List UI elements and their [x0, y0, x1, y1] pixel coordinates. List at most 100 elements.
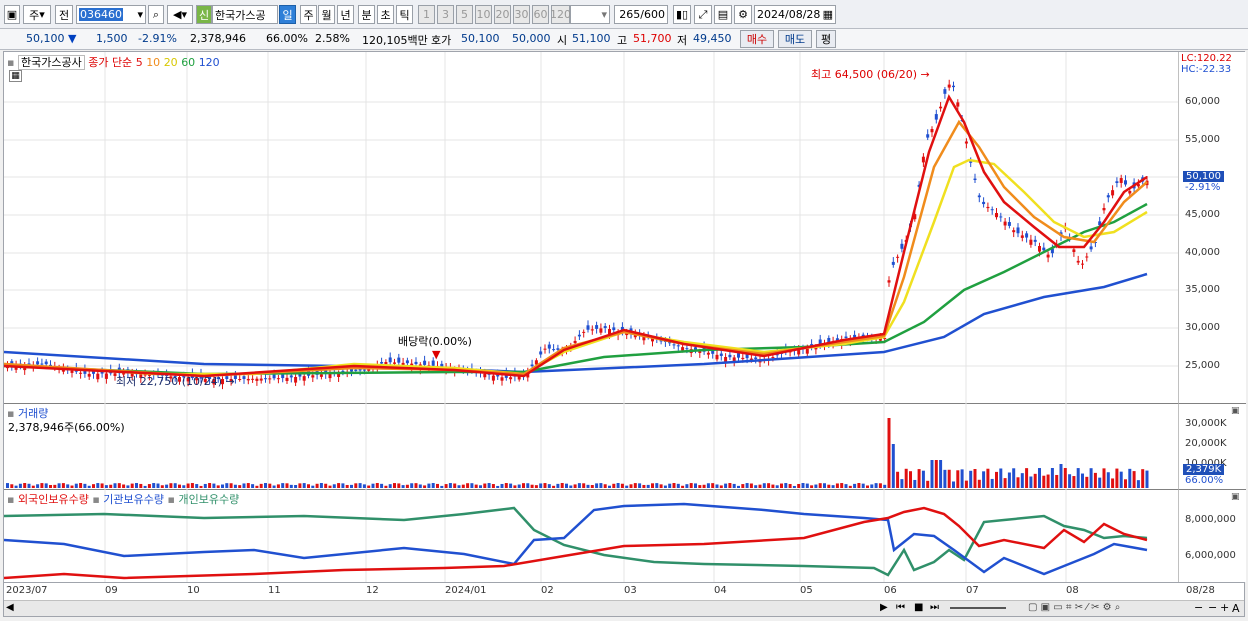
scrollbar[interactable]: ◀ ▶ ⏮ ■ ⏭ ▢ ▣ ▭ ⌗ ✂ ⁄ ✂ ⚙ ⌕ − − + A [4, 600, 1244, 616]
volume-bar [771, 484, 775, 488]
volume-bar [801, 483, 805, 488]
volume-bar [784, 483, 788, 488]
volume-bar [500, 483, 504, 488]
close-panel-icon[interactable]: ▣ [1231, 492, 1240, 502]
volume-bar [1141, 469, 1145, 488]
period-tab-2[interactable]: 월 [318, 5, 335, 24]
date-field[interactable]: 2024/08/28 ▦ [754, 5, 836, 24]
candle-body [926, 134, 930, 138]
period-tab-6[interactable]: 틱 [396, 5, 413, 24]
volume-bar [87, 485, 91, 488]
eval-button[interactable]: 평 [816, 30, 836, 48]
volume-bar [66, 484, 70, 488]
scroll-left-icon[interactable]: ◀ [6, 602, 14, 613]
sell-button[interactable]: 매도 [778, 30, 812, 48]
volume-bar [719, 485, 723, 488]
volume-bar [1136, 480, 1140, 488]
save-icon[interactable]: ▤ [714, 5, 732, 24]
volume-bar [999, 468, 1003, 488]
volume-bar [371, 483, 375, 488]
prev-toggle[interactable]: 전 [55, 5, 73, 24]
interval-button-0[interactable]: 1 [418, 5, 435, 24]
interval-button-3[interactable]: 10 [475, 5, 492, 24]
candle-icon[interactable]: ▮▯ [673, 5, 691, 24]
volume-bar [715, 484, 719, 488]
code-input[interactable]: 036460 ▾ [76, 5, 146, 24]
buy-button[interactable]: 매수 [740, 30, 774, 48]
interval-button-2[interactable]: 5 [456, 5, 473, 24]
bar-count-field[interactable]: 265/600 [614, 5, 668, 24]
gear-icon[interactable]: ⚙ [734, 5, 752, 24]
volume-bar [1020, 473, 1024, 488]
turnover: 2.58% [315, 32, 350, 45]
volume-bar [104, 485, 108, 488]
candle-body [440, 363, 444, 367]
volume-bar [762, 483, 766, 488]
ma120-line [4, 272, 1148, 374]
period-tab-1[interactable]: 주 [300, 5, 317, 24]
interval-button-1[interactable]: 3 [437, 5, 454, 24]
volume-bar [797, 483, 801, 488]
speaker-icon[interactable]: ◀▾ [167, 5, 193, 24]
code-dropdown-icon[interactable]: ▾ [137, 8, 145, 21]
zoom-in-icon[interactable]: + [1220, 601, 1229, 614]
zoom-slider[interactable] [950, 607, 1006, 609]
volume-bar [767, 483, 771, 488]
layout-icon[interactable]: ▣ [4, 5, 20, 24]
candle-body [70, 370, 74, 373]
candle-body [1012, 230, 1016, 233]
volume-bar [457, 485, 461, 488]
x-axis-label: 10 [187, 585, 200, 596]
price-panel-legend: ▪ 한국가스공사 종가 단순 5 10 20 60 120 [7, 54, 220, 70]
volume-bar [1059, 464, 1063, 488]
volume-bar [737, 485, 740, 488]
low-note-text: 최저 22,750 (10/24) [116, 375, 223, 388]
calendar-icon[interactable]: ▦ [823, 8, 835, 21]
volume-bar [414, 483, 418, 488]
volume-bar [341, 483, 345, 488]
volume-bar [135, 483, 138, 488]
period-tab-4[interactable]: 분 [358, 5, 375, 24]
candle-body [844, 336, 848, 338]
tool-icons[interactable]: ▢ ▣ ▭ ⌗ ✂ ⁄ ✂ ⚙ ⌕ [1028, 602, 1120, 613]
market-select[interactable]: 주 ▾ [23, 5, 51, 24]
period-tab-3[interactable]: 년 [337, 5, 354, 24]
volume-bar [947, 469, 951, 488]
panel-bullet-icon: ▪ [92, 493, 100, 506]
price-y-tick: 55,000 [1185, 134, 1220, 145]
scroll-first-icon[interactable]: ⏮ [896, 602, 905, 613]
interval-button-5[interactable]: 30 [513, 5, 530, 24]
interval-button-6[interactable]: 60 [532, 5, 549, 24]
candle-body [964, 141, 968, 144]
volume-bar [49, 484, 52, 488]
zoom-out-icon[interactable]: − [1194, 601, 1203, 614]
period-tab-0[interactable]: 일 [279, 5, 296, 24]
stop-icon[interactable]: ■ [914, 602, 923, 613]
interval-button-7[interactable]: 120 [550, 5, 571, 24]
scroll-right-icon[interactable]: ▶ [880, 602, 888, 613]
volume-bar [470, 483, 474, 488]
vol-ratio: 66.00% [266, 32, 308, 45]
price-chart[interactable] [4, 52, 1178, 404]
search-icon[interactable]: ⌕ [148, 5, 164, 24]
volume-bar [1098, 477, 1102, 488]
volume-bar [711, 483, 715, 488]
font-size-icon[interactable]: A [1232, 602, 1240, 615]
volume-bar [728, 483, 732, 488]
zoom-fit-icon[interactable]: − [1208, 601, 1217, 614]
interval-button-4[interactable]: 20 [494, 5, 511, 24]
candle-body [397, 357, 401, 363]
candle-body [900, 243, 904, 249]
holding-y-tick: 8,000,000 [1185, 514, 1236, 525]
scroll-last-icon[interactable]: ⏭ [930, 602, 939, 613]
volume-bar [57, 483, 61, 488]
volume-bar [199, 485, 203, 488]
volume-bar [259, 483, 263, 488]
period-tab-5[interactable]: 초 [377, 5, 394, 24]
volume-bar [995, 471, 998, 488]
close-panel-icon[interactable]: ▣ [1231, 406, 1240, 416]
draw-tool-icon[interactable]: ⤢ [694, 5, 712, 24]
volume-chart[interactable] [4, 404, 1178, 490]
calculator-icon[interactable]: ▦ [9, 70, 22, 82]
interval-select[interactable]: ▾ [570, 5, 610, 24]
